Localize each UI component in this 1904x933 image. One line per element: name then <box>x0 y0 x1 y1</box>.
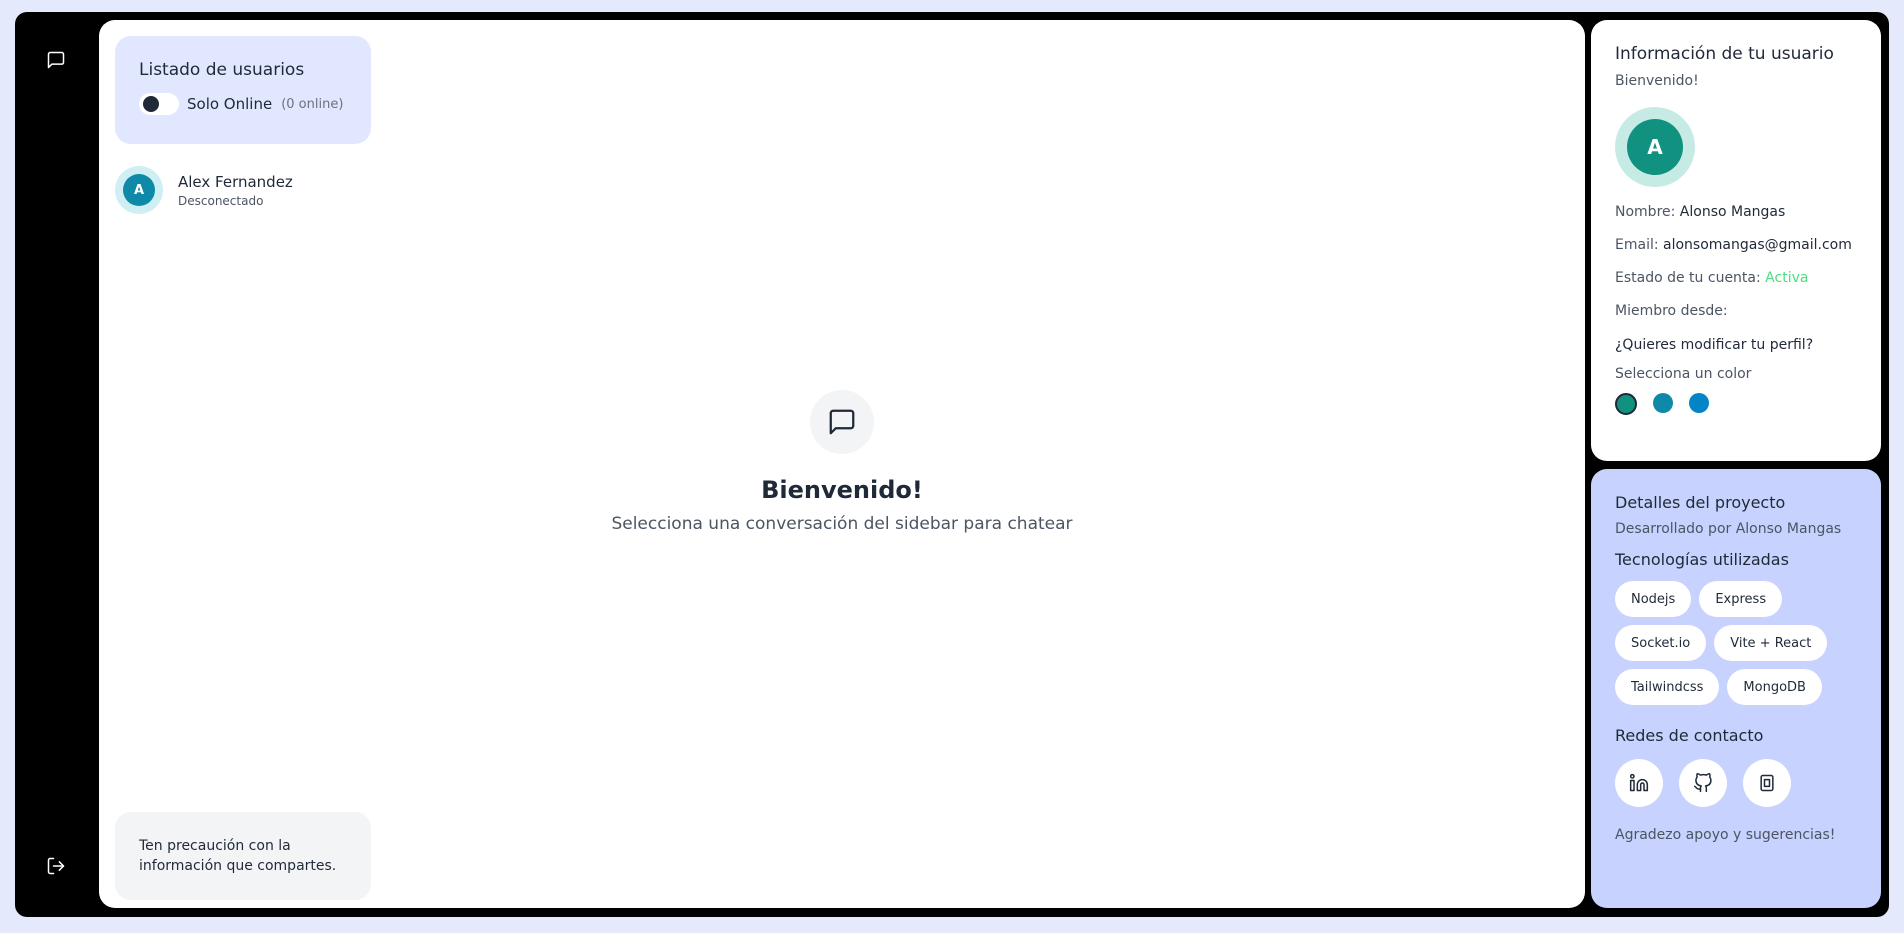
project-author: Desarrollado por Alonso Mangas <box>1615 521 1842 537</box>
user-info-title: Información de tu usuario <box>1615 44 1834 64</box>
user-list-item[interactable]: A Alex Fernandez Desconectado <box>115 160 371 220</box>
contact-title: Redes de contacto <box>1615 726 1764 745</box>
name-key: Nombre: <box>1615 204 1676 220</box>
user-info-subtitle: Bienvenido! <box>1615 73 1699 89</box>
welcome-title: Bienvenido! <box>761 476 923 504</box>
tech-chip: Express <box>1699 581 1783 617</box>
user-name: Alex Fernandez <box>178 172 293 191</box>
users-list-card: Listado de usuarios Solo Online (0 onlin… <box>115 36 371 144</box>
tech-chip: Vite + React <box>1714 625 1828 661</box>
account-status-field: Estado de tu cuenta: Activa <box>1615 270 1857 286</box>
welcome-subtitle: Selecciona una conversación del sidebar … <box>611 514 1073 534</box>
thanks-text: Agradezo apoyo y sugerencias! <box>1615 827 1836 843</box>
member-since-field: Miembro desde: <box>1615 303 1857 319</box>
color-picker-label: Selecciona un color <box>1615 366 1752 382</box>
account-status-value: Activa <box>1765 270 1809 286</box>
color-swatch[interactable] <box>1615 393 1637 415</box>
welcome-section: Bienvenido! Selecciona una conversación … <box>99 390 1585 534</box>
color-swatches <box>1615 393 1857 415</box>
tech-chip: MongoDB <box>1727 669 1822 705</box>
online-filter: Solo Online (0 online) <box>139 93 347 115</box>
portfolio-icon[interactable] <box>1743 759 1791 807</box>
member-since-key: Miembro desde: <box>1615 303 1728 319</box>
tech-chip: Socket.io <box>1615 625 1707 661</box>
user-info-card: Información de tu usuario Bienvenido! A … <box>1591 20 1881 461</box>
warning-card: Ten precaución con la información que co… <box>115 812 371 900</box>
tech-chip: Nodejs <box>1615 581 1692 617</box>
main-panel: Listado de usuarios Solo Online (0 onlin… <box>99 20 1585 908</box>
tech-title: Tecnologías utilizadas <box>1615 550 1789 569</box>
email-field: Email: alonsomangas@gmail.com <box>1615 237 1857 253</box>
color-swatch[interactable] <box>1689 393 1709 413</box>
message-square-icon[interactable] <box>45 49 67 71</box>
account-status-key: Estado de tu cuenta: <box>1615 270 1761 286</box>
color-swatch[interactable] <box>1653 393 1673 413</box>
online-only-label: Solo Online <box>187 95 273 113</box>
online-only-toggle[interactable] <box>139 93 179 115</box>
social-links <box>1615 759 1857 807</box>
user-status: Desconectado <box>178 193 264 208</box>
linkedin-icon[interactable] <box>1615 759 1663 807</box>
tech-chip: Tailwindcss <box>1615 669 1720 705</box>
avatar-initial: A <box>123 174 155 206</box>
email-value: alonsomangas@gmail.com <box>1663 237 1852 253</box>
avatar: A <box>115 166 163 214</box>
name-value: Alonso Mangas <box>1679 204 1786 220</box>
email-key: Email: <box>1615 237 1659 253</box>
project-card: Detalles del proyecto Desarrollado por A… <box>1591 469 1881 908</box>
online-count: (0 online) <box>281 96 344 112</box>
users-list-title: Listado de usuarios <box>139 60 305 80</box>
app-frame: Listado de usuarios Solo Online (0 onlin… <box>15 12 1889 917</box>
message-square-icon <box>810 390 874 454</box>
name-field: Nombre: Alonso Mangas <box>1615 204 1857 220</box>
logout-icon[interactable] <box>45 855 67 877</box>
profile-avatar: A <box>1615 107 1695 187</box>
tech-chips: Nodejs Express Socket.io Vite + React Tailwi… <box>1615 581 1865 713</box>
project-title: Detalles del proyecto <box>1615 493 1786 512</box>
github-icon[interactable] <box>1679 759 1727 807</box>
modify-profile-link[interactable]: ¿Quieres modificar tu perfil? <box>1615 337 1857 353</box>
profile-avatar-initial: A <box>1627 119 1683 175</box>
toggle-knob <box>143 96 159 112</box>
